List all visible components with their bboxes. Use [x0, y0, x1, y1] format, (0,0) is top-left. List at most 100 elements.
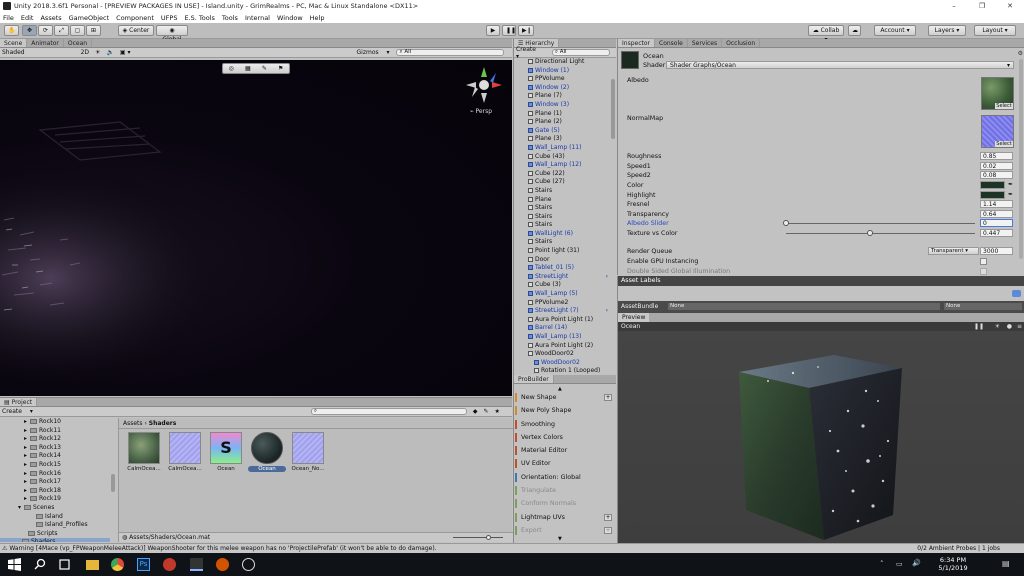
probuilder-item[interactable]: Smoothing: [515, 418, 616, 431]
hierarchy-item[interactable]: Plane (1): [528, 110, 616, 119]
folder-item[interactable]: ▸ Rock18: [18, 487, 110, 496]
menu-item-help[interactable]: Help: [310, 14, 325, 22]
albedo-texture-slot[interactable]: Select: [981, 77, 1014, 110]
hierarchy-item[interactable]: WallLight (6): [528, 230, 616, 239]
chrome-icon[interactable]: [111, 558, 124, 571]
preview-pause-icon[interactable]: ❚❚: [974, 323, 984, 330]
hierarchy-item[interactable]: PPVolume2: [528, 299, 616, 308]
pause-button[interactable]: ❚❚: [502, 25, 516, 36]
property-value-field[interactable]: 0.08: [980, 171, 1013, 179]
probuilder-item[interactable]: Material Editor: [515, 444, 616, 457]
hierarchy-item[interactable]: Stairs: [528, 187, 616, 196]
assetbundle-variant-dropdown[interactable]: None: [944, 303, 1022, 310]
file-explorer-icon[interactable]: [86, 560, 99, 570]
probuilder-item[interactable]: Export +: [515, 524, 616, 537]
normalmap-texture-slot[interactable]: Select: [981, 115, 1014, 148]
tab-occlusion[interactable]: Occlusion: [722, 39, 761, 47]
lighting-toggle-icon[interactable]: ☀: [95, 49, 100, 56]
probuilder-item[interactable]: Orientation: Global: [515, 471, 616, 484]
hierarchy-item[interactable]: Plane (3): [528, 135, 616, 144]
hierarchy-item[interactable]: Window (3): [528, 101, 616, 110]
shading-dropdown[interactable]: Shaded: [2, 49, 25, 56]
scene-search-input[interactable]: ⌕ All: [395, 49, 504, 56]
tray-chevron-icon[interactable]: ˄: [880, 560, 884, 568]
probuilder-item[interactable]: New Shape +: [515, 391, 616, 404]
hierarchy-item[interactable]: Plane (2): [528, 118, 616, 127]
hierarchy-item[interactable]: Stairs: [528, 221, 616, 230]
hierarchy-item[interactable]: Cube (22): [528, 170, 616, 179]
step-button[interactable]: ▶❙: [518, 25, 534, 36]
project-create-dropdown[interactable]: Create ▾: [2, 408, 33, 415]
hierarchy-item[interactable]: Stairs: [528, 238, 616, 247]
folder-item[interactable]: ▾ Scenes: [18, 504, 110, 513]
effects-toggle-icon[interactable]: ▣ ▾: [120, 49, 131, 56]
persp-label[interactable]: ⌁ Persp: [470, 108, 492, 115]
color-swatch[interactable]: [980, 191, 1005, 199]
slider-value-field[interactable]: 0: [980, 219, 1013, 227]
menu-item-tools[interactable]: Tools: [222, 14, 238, 22]
slider-handle[interactable]: [867, 230, 874, 236]
maximize-button[interactable]: ❐: [968, 0, 996, 12]
hierarchy-item[interactable]: WoodDoor02: [528, 350, 616, 359]
transform-tool-button[interactable]: ⊞: [86, 25, 101, 36]
windows-start-icon[interactable]: [8, 558, 21, 571]
camera-icon[interactable]: ◎: [229, 64, 234, 73]
asset-item[interactable]: CalmOcea...: [125, 432, 163, 472]
prefab-open-arrow-icon[interactable]: ›: [606, 273, 608, 282]
pivot-center-button[interactable]: ◈ Center: [118, 25, 154, 36]
hierarchy-item[interactable]: Window (1): [528, 67, 616, 76]
inspector-scrollbar[interactable]: [1019, 59, 1023, 259]
asset-item[interactable]: S Ocean: [207, 432, 245, 472]
hierarchy-item[interactable]: Stairs: [528, 204, 616, 213]
property-value-field[interactable]: 0.64: [980, 210, 1013, 218]
asset-item[interactable]: Ocean: [248, 432, 286, 472]
color-swatch[interactable]: [980, 181, 1005, 189]
slider-track[interactable]: [786, 233, 975, 234]
render-queue-mode-dropdown[interactable]: Transparent ▾: [928, 247, 979, 255]
tab-scene[interactable]: Scene: [0, 39, 28, 47]
tab-console[interactable]: Console: [655, 39, 688, 47]
hierarchy-item[interactable]: Tablet_01 (5): [528, 264, 616, 273]
folder-item[interactable]: ▸ Rock11: [18, 427, 110, 436]
scene-viewport[interactable]: ◎ ▦ ✎ ⚑ ⌁ Persp: [0, 60, 512, 396]
render-queue-value[interactable]: 3000: [980, 247, 1013, 255]
tab-inspector[interactable]: Inspector: [618, 39, 655, 47]
prefab-open-arrow-icon[interactable]: ›: [606, 307, 608, 316]
hierarchy-scrollbar[interactable]: [611, 79, 615, 139]
preview-light-icon[interactable]: ☀: [995, 323, 1000, 330]
photoshop-icon[interactable]: Ps: [137, 558, 150, 571]
hierarchy-search-input[interactable]: ⌕ All: [551, 49, 610, 56]
plus-icon[interactable]: +: [604, 513, 612, 521]
folder-item[interactable]: ▸ Rock17: [18, 478, 110, 487]
gpu-instancing-checkbox[interactable]: [980, 258, 987, 265]
folder-item[interactable]: ▸ Rock14: [18, 452, 110, 461]
folder-item[interactable]: ▸ Rock13: [18, 444, 110, 453]
audio-toggle-icon[interactable]: 🔈: [106, 49, 113, 56]
folder-item[interactable]: ▸ Rock10: [18, 418, 110, 427]
tab-project[interactable]: ▤ Project: [0, 398, 38, 406]
orientation-gizmo[interactable]: [462, 64, 506, 110]
app-orange-icon[interactable]: [216, 558, 229, 571]
probuilder-item[interactable]: Triangulate: [515, 484, 616, 497]
hierarchy-item[interactable]: Aura Point Light (2): [528, 342, 616, 351]
menu-item-component[interactable]: Component: [116, 14, 154, 22]
layers-dropdown[interactable]: Layers ▾: [928, 25, 966, 36]
tab-services[interactable]: Services: [688, 39, 723, 47]
hierarchy-item[interactable]: Gate (5): [528, 127, 616, 136]
layout-dropdown[interactable]: Layout ▾: [974, 25, 1016, 36]
play-button[interactable]: ▶: [486, 25, 500, 36]
hierarchy-item[interactable]: StreetLight ›: [528, 273, 616, 282]
hierarchy-item[interactable]: Door: [528, 256, 616, 265]
grid-icon[interactable]: ▦: [245, 64, 251, 73]
eyedropper-icon[interactable]: ✒: [1008, 181, 1013, 188]
probuilder-item[interactable]: Conform Normals: [515, 497, 616, 510]
hierarchy-item[interactable]: Wall_Lamp (5): [528, 290, 616, 299]
volume-icon[interactable]: 🔊: [912, 559, 921, 567]
pivot-global-button[interactable]: ◉ Global: [156, 25, 188, 43]
thumbnail-size-handle[interactable]: [486, 535, 491, 540]
menu-item-ufps[interactable]: UFPS: [161, 14, 178, 22]
hierarchy-item[interactable]: Window (2): [528, 84, 616, 93]
chevron-down-icon[interactable]: ▼: [558, 536, 562, 542]
tab-probuilder[interactable]: ProBuilder: [514, 375, 554, 383]
notifications-icon[interactable]: ▤: [1002, 559, 1010, 568]
